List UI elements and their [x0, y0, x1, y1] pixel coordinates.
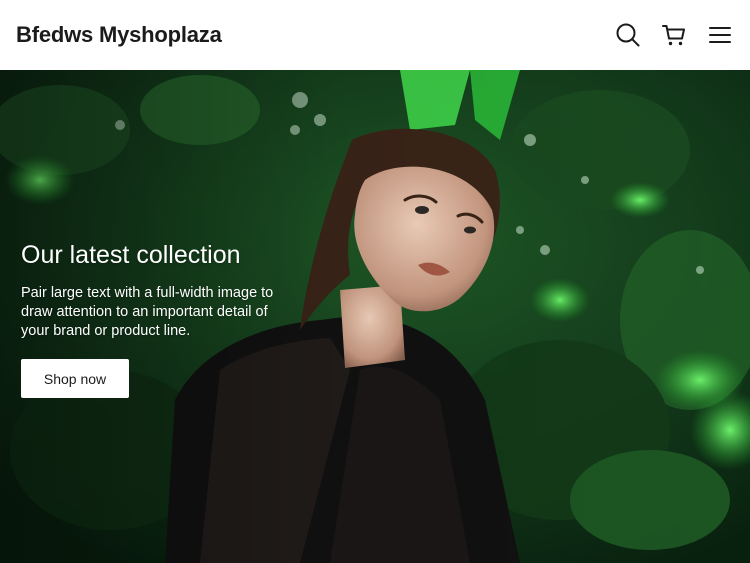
site-header: Bfedws Myshoplaza: [0, 0, 750, 70]
hero-description: Pair large text with a full-width image …: [21, 285, 274, 339]
menu-icon: [709, 27, 731, 43]
hero-title: Our latest collection: [21, 241, 241, 269]
shop-now-button[interactable]: Shop now: [21, 359, 129, 398]
hero-content: Our latest collection Pair large text wi…: [21, 240, 321, 398]
brand-logo-text[interactable]: Bfedws Myshoplaza: [16, 22, 222, 48]
menu-button[interactable]: [706, 21, 734, 49]
cart-button[interactable]: [660, 21, 688, 49]
cart-icon: [662, 25, 685, 46]
search-icon: [616, 23, 640, 47]
search-button[interactable]: [614, 21, 642, 49]
header-actions: [614, 21, 734, 49]
hero-banner: Our latest collection Pair large text wi…: [0, 70, 750, 563]
